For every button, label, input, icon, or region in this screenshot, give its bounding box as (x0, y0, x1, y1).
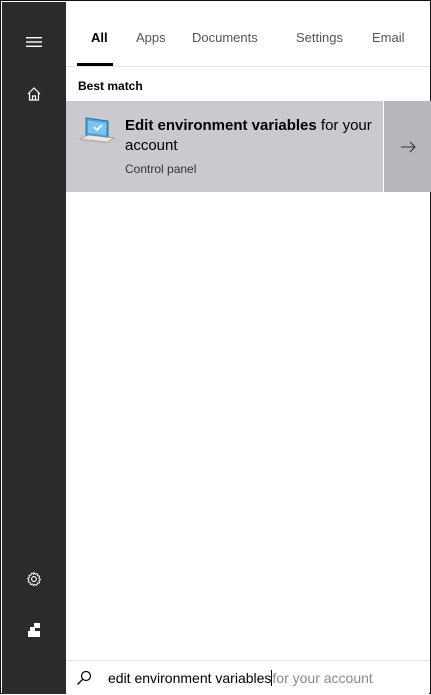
hamburger-menu-button[interactable] (2, 18, 66, 66)
search-box[interactable]: edit environment variablesfor your accou… (66, 660, 429, 695)
left-rail (2, 2, 66, 694)
hamburger-menu-icon (26, 37, 42, 47)
active-tab-underline (77, 63, 113, 66)
settings-gear-icon (26, 571, 42, 587)
tab-settings[interactable]: Settings (296, 30, 343, 45)
tab-apps[interactable]: Apps (136, 30, 166, 45)
user-account-icon (28, 623, 40, 637)
result-title: Edit environment variables for your acco… (125, 116, 375, 156)
search-typed-text: edit environment variables (108, 670, 272, 686)
settings-button[interactable] (2, 555, 66, 603)
search-autocomplete-suggestion: for your account (272, 670, 373, 686)
search-input[interactable]: edit environment variablesfor your accou… (108, 670, 373, 686)
best-match-result[interactable]: Edit environment variables for your acco… (66, 101, 383, 192)
tab-all[interactable]: All (91, 30, 108, 45)
home-button[interactable] (2, 70, 66, 118)
result-title-match: Edit environment variables (125, 117, 317, 134)
home-icon (27, 87, 41, 101)
search-icon (77, 670, 92, 685)
open-result-arrow-button[interactable] (384, 101, 431, 192)
search-filter-tabs: All Apps Documents Settings Email (66, 2, 429, 67)
user-account-button[interactable] (2, 606, 66, 654)
result-subtitle: Control panel (125, 162, 197, 176)
start-search-panel: All Apps Documents Settings Email Best m… (0, 0, 431, 695)
best-match-heading: Best match (78, 79, 143, 93)
control-panel-monitor-icon (78, 117, 116, 144)
arrow-right-icon (400, 141, 416, 152)
tab-documents[interactable]: Documents (192, 30, 258, 45)
tab-email[interactable]: Email (372, 30, 405, 45)
